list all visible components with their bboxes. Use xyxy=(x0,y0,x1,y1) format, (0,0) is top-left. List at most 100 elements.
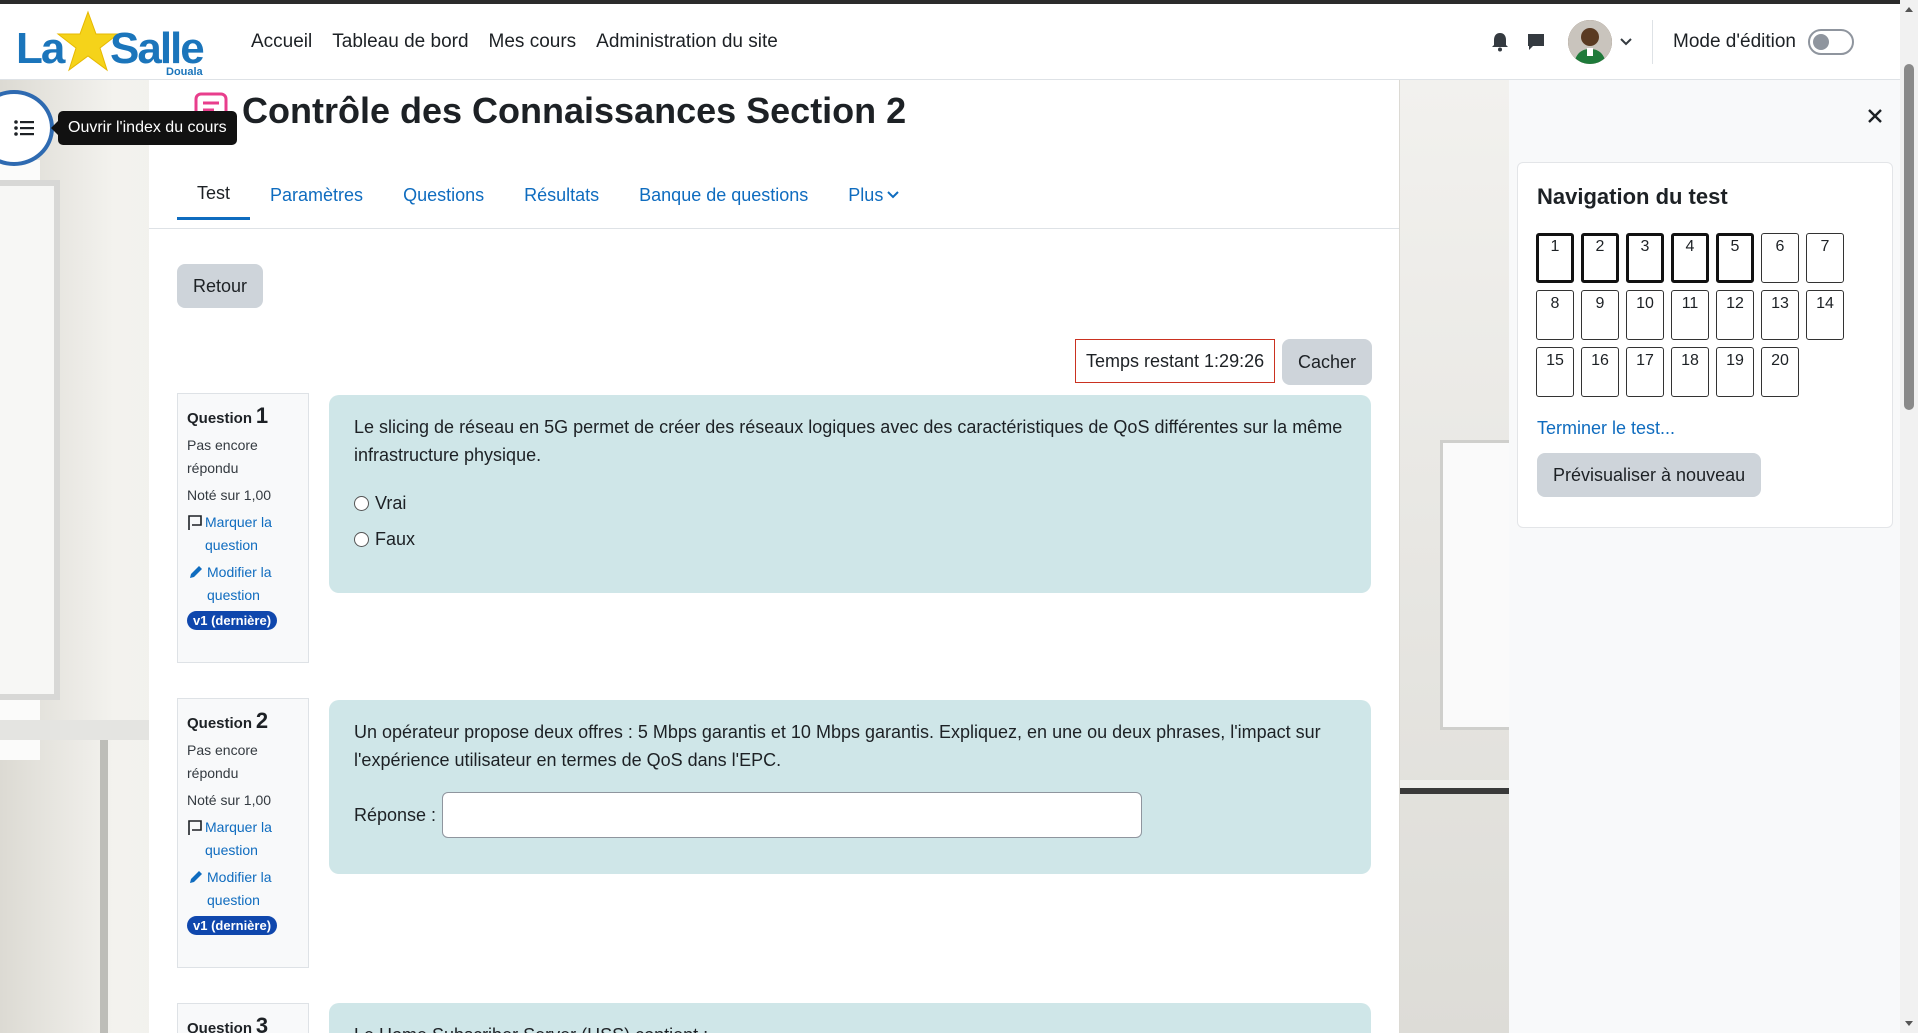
quiz-navigation-drawer: Navigation du test 1 2 3 4 5 6 7 8 9 10 … xyxy=(1509,80,1900,1033)
question-navigation-grid: 1 2 3 4 5 6 7 8 9 10 11 12 13 14 15 16 1… xyxy=(1536,233,1844,397)
question-nav-button[interactable]: 9 xyxy=(1581,290,1619,340)
messages-button[interactable] xyxy=(1518,24,1554,60)
tabs-divider xyxy=(149,228,1399,229)
question-state: Pas encore répondu xyxy=(187,437,258,476)
answer-input[interactable] xyxy=(442,792,1143,838)
question-nav-button[interactable]: 6 xyxy=(1761,233,1799,283)
edit-mode-label: Mode d'édition xyxy=(1673,31,1796,52)
question-nav-button[interactable]: 8 xyxy=(1536,290,1574,340)
edit-question-link[interactable]: Modifier la question xyxy=(187,866,299,912)
secondary-navigation: Test Paramètres Questions Résultats Banq… xyxy=(177,170,919,220)
question-title: Question 2 xyxy=(187,708,269,733)
chat-bubble-icon xyxy=(1528,34,1544,50)
edit-mode-toggle[interactable] xyxy=(1808,29,1854,55)
page-title: Contrôle des Connaissances Section 2 xyxy=(242,90,907,131)
flag-question-link[interactable]: Marquer la question xyxy=(187,511,299,557)
main-region: Contrôle des Connaissances Section 2 Tes… xyxy=(149,80,1399,1033)
pencil-icon xyxy=(190,871,202,883)
nav-item-tableau-de-bord[interactable]: Tableau de bord xyxy=(332,31,468,53)
question-nav-button[interactable]: 14 xyxy=(1806,290,1844,340)
answer-row: Réponse : xyxy=(354,792,1346,838)
answer-label: Réponse : xyxy=(354,805,437,825)
tab-test[interactable]: Test xyxy=(177,170,251,220)
option-label: Vrai xyxy=(375,493,407,513)
nav-item-administration[interactable]: Administration du site xyxy=(596,31,778,53)
question-nav-button[interactable]: 3 xyxy=(1626,233,1664,283)
option-faux[interactable]: Faux xyxy=(354,525,1346,553)
toggle-knob xyxy=(1813,34,1829,50)
close-icon[interactable] xyxy=(1867,108,1883,124)
question-nav-button[interactable]: 13 xyxy=(1761,290,1799,340)
radio-button[interactable] xyxy=(354,495,369,511)
option-vrai[interactable]: Vrai xyxy=(354,489,1346,517)
option-label: Faux xyxy=(375,529,416,549)
question-nav-button[interactable]: 17 xyxy=(1626,347,1664,397)
question-nav-button[interactable]: 12 xyxy=(1716,290,1754,340)
question-grade: Noté sur 1,00 xyxy=(187,792,272,808)
edit-question-link[interactable]: Modifier la question xyxy=(187,561,299,607)
version-badge: v1 (dernière) xyxy=(187,611,278,630)
question-text: Un opérateur propose deux offres : 5 Mbp… xyxy=(354,722,1321,770)
tab-parametres[interactable]: Paramètres xyxy=(250,170,383,220)
question-nav-button[interactable]: 4 xyxy=(1671,233,1709,283)
question-title: Question 3 xyxy=(187,1013,269,1033)
question-info-2: Question 2 Pas encore répondu Noté sur 1… xyxy=(177,698,309,968)
bg-desk xyxy=(0,720,150,740)
question-nav-button[interactable]: 11 xyxy=(1671,290,1709,340)
bell-icon xyxy=(1492,33,1508,52)
question-nav-button[interactable]: 16 xyxy=(1581,347,1619,397)
question-nav-button[interactable]: 5 xyxy=(1716,233,1754,283)
question-nav-button[interactable]: 15 xyxy=(1536,347,1574,397)
nav-item-mes-cours[interactable]: Mes cours xyxy=(489,31,577,53)
finish-attempt-link[interactable]: Terminer le test... xyxy=(1537,418,1675,439)
time-remaining: Temps restant 1:29:26 xyxy=(1075,339,1276,383)
question-nav-button[interactable]: 2 xyxy=(1581,233,1619,283)
hide-timer-button[interactable]: Cacher xyxy=(1282,339,1373,385)
tab-plus-label: Plus xyxy=(848,184,884,205)
tab-questions[interactable]: Questions xyxy=(383,170,504,220)
question-info-3: Question 3 xyxy=(177,1003,309,1033)
bg-right-desk xyxy=(1400,780,1510,794)
question-content-1: Le slicing de réseau en 5G permet de cré… xyxy=(329,395,1371,593)
back-button[interactable]: Retour xyxy=(177,264,264,308)
scrollbar-thumb[interactable] xyxy=(1904,64,1914,410)
tab-resultats[interactable]: Résultats xyxy=(504,170,619,220)
avatar-image xyxy=(1568,20,1612,64)
question-content-3: Le Home Subscriber Server (HSS) contient… xyxy=(329,1003,1371,1033)
quiz-navigation-title: Navigation du test xyxy=(1537,184,1728,209)
scroll-down-arrow-icon[interactable] xyxy=(1900,1017,1918,1031)
start-new-preview-button[interactable]: Prévisualiser à nouveau xyxy=(1537,453,1762,497)
logo-city: Douala xyxy=(166,66,203,78)
question-nav-button[interactable]: 18 xyxy=(1671,347,1709,397)
page-scrollbar[interactable] xyxy=(1900,0,1918,1033)
top-navbar: La Salle Douala Accueil Tableau de bord … xyxy=(0,4,1900,80)
chevron-down-icon[interactable] xyxy=(1620,38,1632,46)
user-avatar[interactable] xyxy=(1568,20,1612,64)
question-info-1: Question 1 Pas encore répondu Noté sur 1… xyxy=(177,393,309,663)
question-text: Le Home Subscriber Server (HSS) contient… xyxy=(354,1021,1346,1033)
question-title: Question 1 xyxy=(187,403,269,428)
question-nav-button[interactable]: 1 xyxy=(1536,233,1574,283)
flag-icon xyxy=(188,515,202,530)
question-nav-button[interactable]: 19 xyxy=(1716,347,1754,397)
question-state: Pas encore répondu xyxy=(187,742,258,781)
bg-desk-leg xyxy=(100,740,108,1033)
notifications-button[interactable] xyxy=(1482,24,1518,60)
navbar-user-area: Mode d'édition xyxy=(1482,4,1900,80)
radio-button[interactable] xyxy=(354,531,369,547)
question-nav-button[interactable]: 10 xyxy=(1626,290,1664,340)
version-badge: v1 (dernière) xyxy=(187,916,278,935)
list-icon xyxy=(14,120,34,136)
question-nav-button[interactable]: 20 xyxy=(1761,347,1799,397)
navbar-divider xyxy=(1652,20,1653,64)
pencil-icon xyxy=(190,566,202,578)
lasalle-logo[interactable]: La Salle Douala xyxy=(16,10,212,78)
question-nav-button[interactable]: 7 xyxy=(1806,233,1844,283)
question-grade: Noté sur 1,00 xyxy=(187,487,272,503)
scroll-up-arrow-icon[interactable] xyxy=(1900,2,1918,16)
question-text: Le slicing de réseau en 5G permet de cré… xyxy=(354,417,1343,465)
flag-question-link[interactable]: Marquer la question xyxy=(187,816,299,862)
tab-banque-de-questions[interactable]: Banque de questions xyxy=(619,170,828,220)
nav-item-accueil[interactable]: Accueil xyxy=(251,31,312,53)
tab-plus[interactable]: Plus xyxy=(828,170,919,220)
